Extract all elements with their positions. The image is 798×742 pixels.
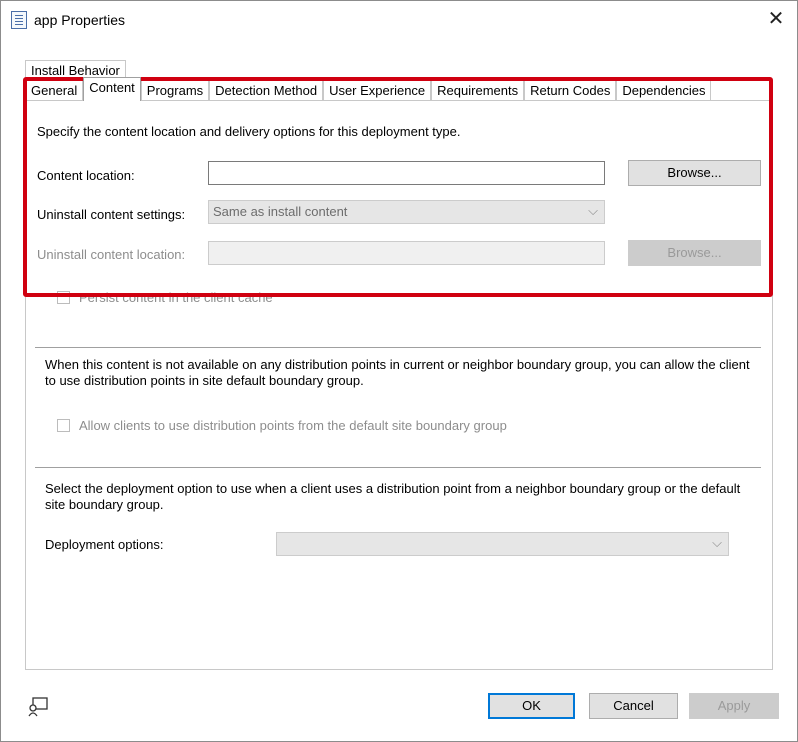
fallback-description: When this content is not available on an…	[45, 357, 750, 388]
apply-button[interactable]: Apply	[689, 693, 779, 719]
close-icon[interactable]: ✕	[763, 7, 789, 31]
highlight-box	[23, 77, 773, 297]
allow-default-boundary-label: Allow clients to use distribution points…	[79, 418, 507, 433]
deployment-description: Select the deployment option to use when…	[45, 481, 741, 512]
help-pointer-icon[interactable]	[27, 696, 49, 718]
window-title: app Properties	[34, 12, 126, 28]
ok-button[interactable]: OK	[488, 693, 575, 719]
properties-icon	[11, 11, 27, 29]
allow-default-boundary-checkbox[interactable]	[57, 419, 70, 432]
tab-content[interactable]: Content	[83, 77, 141, 101]
separator-fallback	[35, 347, 761, 348]
title-bar: app Properties ✕	[1, 1, 797, 39]
deployment-options-label: Deployment options:	[45, 537, 164, 552]
deployment-options-select[interactable]: ⌵	[276, 532, 729, 556]
cancel-button[interactable]: Cancel	[589, 693, 678, 719]
separator-deployment	[35, 467, 761, 468]
properties-dialog: app Properties ✕ Install Behavior Genera…	[0, 0, 798, 742]
chevron-down-icon: ⌵	[712, 535, 722, 550]
